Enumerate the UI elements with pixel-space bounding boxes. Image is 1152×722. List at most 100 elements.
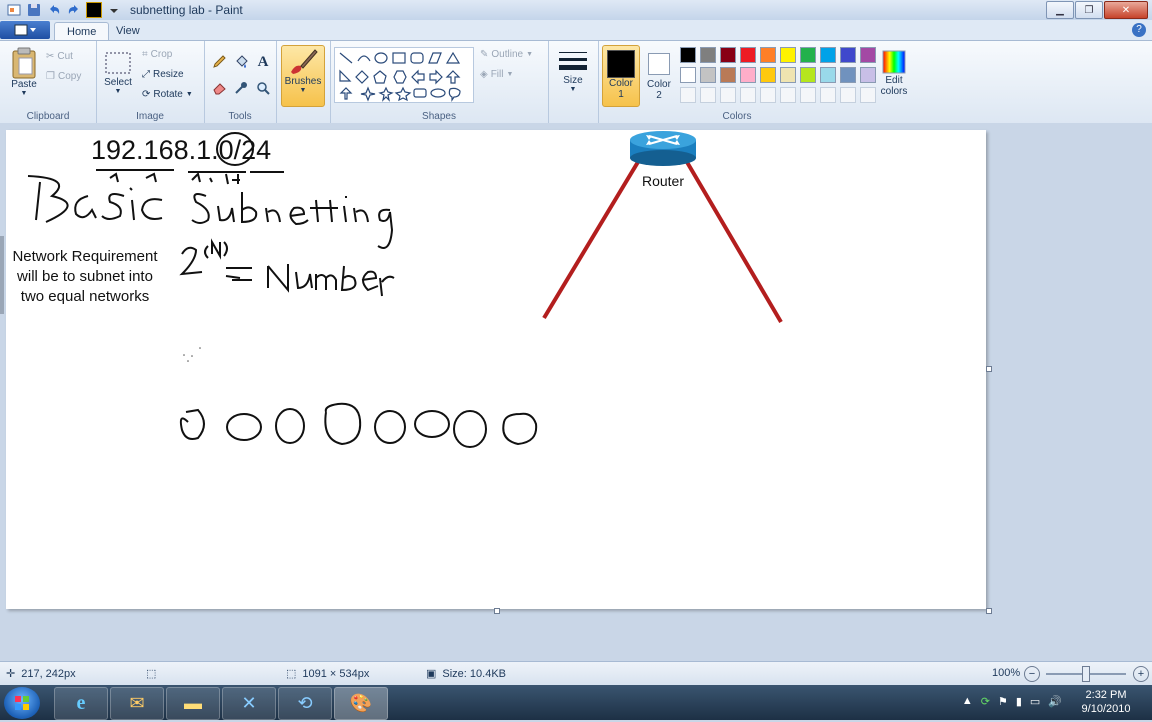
palette-swatch[interactable] (780, 47, 796, 63)
network-requirement-line3: two equal networks (20, 288, 150, 305)
shapes-gallery[interactable] (334, 47, 474, 103)
canvas-resize-bottom-handle[interactable] (494, 608, 500, 614)
palette-swatch[interactable] (800, 87, 816, 103)
palette-swatch[interactable] (720, 67, 736, 83)
tray-expand-icon[interactable]: ▲ (962, 695, 973, 708)
tab-view[interactable]: View (104, 22, 152, 40)
volume-icon[interactable]: 🔊 (1048, 695, 1062, 708)
palette-swatch[interactable] (820, 47, 836, 63)
palette-swatch[interactable] (680, 47, 696, 63)
shapes-scroll[interactable] (464, 47, 472, 103)
close-button[interactable]: ✕ (1104, 1, 1148, 19)
palette-swatch[interactable] (800, 67, 816, 83)
rotate-button[interactable]: ⟳ Rotate ▼ (142, 89, 193, 100)
canvas-size: ⬚ 1091 × 534px (286, 667, 369, 681)
taskbar-clock[interactable]: 2:32 PM 9/10/2010 (1066, 688, 1146, 716)
network-signal-icon[interactable]: ▮ (1016, 695, 1022, 708)
palette-swatch[interactable] (760, 67, 776, 83)
network-tool-icon: ✕ (241, 693, 257, 713)
cut-button[interactable]: ✂ Cut (46, 51, 73, 62)
palette-swatch[interactable] (780, 67, 796, 83)
maximize-button[interactable]: ❐ (1075, 1, 1103, 19)
flag-icon[interactable]: ⚑ (998, 695, 1008, 708)
size-button[interactable]: Size ▼ (554, 49, 592, 93)
palette-swatch[interactable] (680, 67, 696, 83)
zoom-in-button[interactable]: + (1133, 666, 1149, 682)
palette-swatch[interactable] (700, 67, 716, 83)
router-icon (630, 131, 696, 166)
palette-swatch[interactable] (740, 87, 756, 103)
drawing-canvas[interactable]: 192.168.1.0/24 Router (6, 130, 986, 609)
crop-button[interactable]: ⌗ Crop (142, 49, 172, 60)
paste-button[interactable]: Paste ▼ (6, 47, 42, 97)
clock-time: 2:32 PM (1085, 689, 1127, 701)
clipboard-group-label: Clipboard (26, 111, 70, 122)
text-tool-icon[interactable]: A (254, 53, 272, 71)
palette-swatch[interactable] (840, 87, 856, 103)
color-picker-icon[interactable] (232, 79, 250, 97)
color2-button[interactable]: Color 2 (642, 45, 676, 105)
sync-icon[interactable]: ⟳ (981, 695, 990, 708)
palette-swatch[interactable] (700, 47, 716, 63)
undo-icon[interactable] (46, 2, 62, 18)
palette-swatch[interactable] (680, 87, 696, 103)
outline-button[interactable]: ✎ Outline ▼ (480, 49, 533, 60)
palette-swatch[interactable] (800, 47, 816, 63)
taskbar-outlook[interactable]: ✉ (110, 687, 164, 720)
resize-label: Resize (153, 69, 184, 80)
palette-swatch[interactable] (740, 47, 756, 63)
copy-button[interactable]: ❐ Copy (46, 71, 81, 82)
palette-swatch[interactable] (700, 87, 716, 103)
start-button[interactable] (4, 687, 40, 719)
color-swatch-icon[interactable] (86, 2, 102, 18)
paint-palette-icon: 🎨 (349, 693, 373, 713)
outline-label: Outline (491, 49, 524, 60)
palette-swatch[interactable] (860, 87, 876, 103)
zoom-slider-thumb[interactable] (1082, 666, 1090, 682)
pencil-icon[interactable] (210, 53, 228, 71)
palette-swatch[interactable] (780, 87, 796, 103)
palette-swatch[interactable] (860, 67, 876, 83)
save-icon[interactable] (26, 2, 42, 18)
paint-menu-button[interactable] (0, 21, 50, 39)
rotate-icon: ⟳ (142, 89, 151, 100)
taskbar-explorer[interactable]: ▬ (166, 687, 220, 720)
minimize-button[interactable]: ▁ (1046, 1, 1074, 19)
redo-icon[interactable] (66, 2, 82, 18)
fill-bucket-icon[interactable] (232, 53, 250, 71)
paint-app-icon[interactable] (6, 2, 22, 18)
scissors-icon: ✂ (46, 51, 55, 62)
menu-icon (14, 24, 36, 36)
taskbar-internet-explorer[interactable]: e (54, 687, 108, 720)
help-icon[interactable]: ? (1132, 23, 1146, 37)
zoom-out-button[interactable]: − (1024, 666, 1040, 682)
brushes-button[interactable]: Brushes ▼ (281, 45, 325, 107)
palette-swatch[interactable] (720, 47, 736, 63)
palette-swatch[interactable] (720, 87, 736, 103)
resize-button[interactable]: ⤢ Resize (142, 69, 184, 80)
palette-swatch[interactable] (840, 47, 856, 63)
battery-icon[interactable]: ▭ (1030, 695, 1040, 708)
palette-swatch[interactable] (860, 47, 876, 63)
palette-swatch[interactable] (820, 67, 836, 83)
palette-swatch[interactable] (760, 47, 776, 63)
palette-swatch[interactable] (760, 87, 776, 103)
palette-swatch[interactable] (820, 87, 836, 103)
eraser-icon[interactable] (210, 79, 228, 97)
color1-button[interactable]: Color 1 (602, 45, 640, 107)
canvas-resize-corner-handle[interactable] (986, 608, 992, 614)
select-button[interactable]: Select ▼ (102, 49, 134, 95)
taskbar-app-2[interactable]: ⟲ (278, 687, 332, 720)
brushes-label: Brushes (284, 76, 322, 87)
edit-colors-button[interactable]: Edit colors (876, 49, 912, 97)
palette-swatch[interactable] (740, 67, 756, 83)
tab-home[interactable]: Home (54, 22, 110, 41)
taskbar-paint[interactable]: 🎨 (334, 687, 388, 720)
customize-qat-icon[interactable] (106, 2, 122, 18)
color2-label-line2: 2 (656, 90, 662, 101)
canvas-resize-right-handle[interactable] (986, 366, 992, 372)
taskbar-app-1[interactable]: ✕ (222, 687, 276, 720)
palette-swatch[interactable] (840, 67, 856, 83)
fill-button[interactable]: ◈ Fill ▼ (480, 69, 513, 80)
magnifier-icon[interactable] (254, 79, 272, 97)
